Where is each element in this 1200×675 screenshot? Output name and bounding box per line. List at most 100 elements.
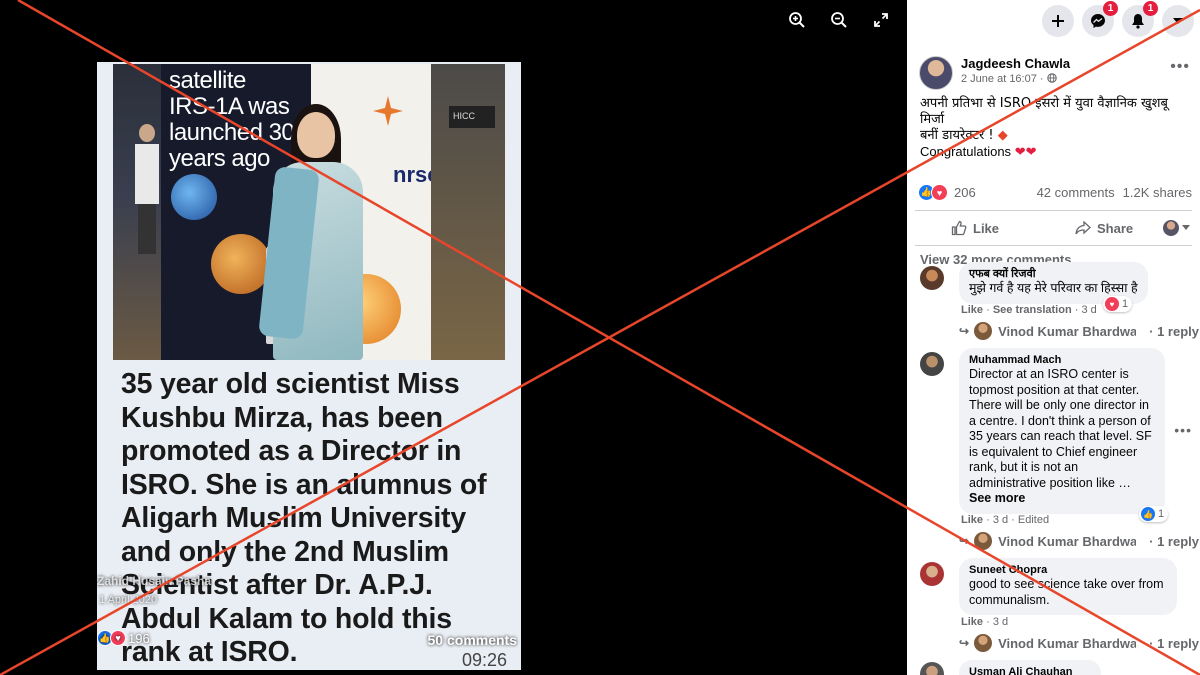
comment-like-link[interactable]: Like <box>961 514 983 526</box>
post-body: अपनी प्रतिभा से ISRO इसरो में युवा वैज्ञ… <box>907 90 1200 160</box>
commenter-name[interactable]: एफब क्यों रिजवी <box>969 268 1138 281</box>
overlay-comment-count: 50 comments <box>427 632 517 648</box>
author-avatar[interactable] <box>919 56 953 90</box>
caret-down-icon <box>1182 225 1190 230</box>
zoom-out-icon[interactable] <box>829 10 849 30</box>
comment-time[interactable]: 3 d <box>1081 304 1096 316</box>
post-header: Jagdeesh Chawla 2 June at 16:07 · ••• <box>907 42 1200 90</box>
reply-preview[interactable]: ↪ Vinod Kumar Bhardwaj · 1 reply <box>959 532 1199 550</box>
replier-name: Vinod Kumar Bhardwaj <box>998 323 1137 339</box>
commenter-avatar[interactable] <box>920 562 944 586</box>
comments-count[interactable]: 42 comments <box>1037 185 1115 200</box>
share-button[interactable]: Share <box>1075 221 1133 236</box>
love-reaction-icon: ♥ <box>1105 297 1119 311</box>
comment-time[interactable]: 3 d <box>993 616 1008 628</box>
heart-emoji-icon: ❤❤ <box>1014 144 1037 159</box>
create-button[interactable] <box>1042 5 1074 37</box>
comment-bubble: Suneet Chopra good to see science take o… <box>959 558 1177 615</box>
post-text-line: अपनी प्रतिभा से ISRO इसरो में युवा वैज्ञ… <box>920 96 1168 127</box>
post-author[interactable]: Jagdeesh Chawla <box>961 56 1170 71</box>
post-timestamp[interactable]: 2 June at 16:07 · <box>961 73 1170 85</box>
love-reaction-icon: ♥ <box>931 184 948 201</box>
hall-sign: HICC <box>449 106 495 128</box>
comment-as-selector[interactable] <box>1163 220 1190 236</box>
comment-text: मुझे गर्व है यह मेरे परिवार का हिस्सा है <box>969 281 1138 295</box>
reply-arrow-icon: ↪ <box>959 324 970 338</box>
overlay-reactions: 👍 ♥ 196 <box>97 630 150 646</box>
commenter-avatar[interactable] <box>920 662 944 675</box>
messenger-button[interactable]: 1 <box>1082 1 1118 37</box>
reaction-icons[interactable]: 👍 ♥ <box>918 184 948 201</box>
commenter-name[interactable]: Muhammad Mach <box>969 354 1155 367</box>
replier-name: Vinod Kumar Bhardwaj <box>998 533 1137 549</box>
post-panel: 1 1 Jagdeesh Chawla 2 June at 16:07 · ••… <box>907 0 1200 675</box>
share-arrow-icon <box>1075 221 1091 235</box>
post-stats: 👍 ♥ 206 42 comments 1.2K shares <box>907 184 1200 201</box>
woman-photo <box>258 104 373 360</box>
isro-logo-icon <box>373 96 403 126</box>
replier-avatar <box>974 322 993 340</box>
post-options-icon[interactable]: ••• <box>1170 58 1190 76</box>
comment-reaction-count: 1 <box>1158 508 1165 520</box>
love-reaction-icon: ♥ <box>110 630 126 646</box>
comment-text: Director at an ISRO center is topmost po… <box>969 367 1152 505</box>
comment-meta: Like · 3 d · Edited <box>961 514 1050 526</box>
post-text-line: बनीं डायरेक्टर ! ◆ <box>920 128 1008 143</box>
background-person <box>135 124 159 254</box>
fullscreen-icon[interactable] <box>871 10 891 30</box>
caret-down-icon <box>1173 18 1183 24</box>
like-button[interactable]: Like <box>951 220 999 236</box>
reply-count: · 1 reply <box>1149 323 1199 339</box>
photo-scene: satellite IRS-1A was launched 30 years a… <box>113 64 505 360</box>
reaction-count[interactable]: 206 <box>954 185 976 200</box>
comment-bubble: Usman Ali Chauhan <box>959 660 1101 675</box>
comment-options-icon[interactable]: ••• <box>1174 422 1192 438</box>
bell-icon <box>1132 14 1144 29</box>
reply-preview[interactable]: ↪ Vinod Kumar Bhardwaj · 1 reply <box>959 322 1199 340</box>
commenter-avatar[interactable] <box>920 266 944 290</box>
user-avatar <box>1163 220 1179 236</box>
comment-meta: Like · 3 d <box>961 616 1009 628</box>
see-translation-link[interactable]: See translation <box>993 304 1072 316</box>
reply-preview[interactable]: ↪ Vinod Kumar Bhardwaj · 1 reply <box>959 634 1199 652</box>
post-text-line: Congratulations ❤❤ <box>920 144 1037 159</box>
replier-avatar <box>974 634 993 652</box>
comment-reactions[interactable]: ♥ 1 <box>1103 296 1133 312</box>
red-diamond-emoji-icon: ◆ <box>997 128 1008 143</box>
comment-bubble: Muhammad Mach Director at an ISRO center… <box>959 348 1165 514</box>
replier-name: Vinod Kumar Bhardwaj <box>998 635 1137 651</box>
account-menu-button[interactable] <box>1162 5 1194 37</box>
comment-like-link[interactable]: Like <box>961 616 983 628</box>
comment-reaction-count: 1 <box>1122 298 1129 310</box>
notifications-button[interactable]: 1 <box>1122 1 1158 37</box>
see-more-link[interactable]: See more <box>969 491 1025 505</box>
reply-count: · 1 reply <box>1149 533 1199 549</box>
reply-arrow-icon: ↪ <box>959 636 970 650</box>
post-actions: Like Share <box>907 211 1200 245</box>
globe-icon <box>1046 73 1057 83</box>
overlay-poster-name: Zahid Husain Pasha <box>97 574 212 588</box>
shared-image: satellite IRS-1A was launched 30 years a… <box>97 62 521 670</box>
commenter-avatar[interactable] <box>920 352 944 376</box>
viewer-toolbar <box>787 10 891 30</box>
shares-count[interactable]: 1.2K shares <box>1123 185 1192 200</box>
commenter-name[interactable]: Usman Ali Chauhan <box>969 666 1091 675</box>
comment-like-link[interactable]: Like <box>961 304 983 316</box>
commenter-name[interactable]: Suneet Chopra <box>969 564 1167 577</box>
overlay-post-date: 1 April 2020 <box>99 594 158 606</box>
hall-background: HICC <box>431 64 505 360</box>
messenger-icon <box>1091 14 1105 28</box>
comment-meta: Like · See translation · 3 d <box>961 304 1097 316</box>
reply-arrow-icon: ↪ <box>959 534 970 548</box>
comment-text: good to see science take over from commu… <box>969 577 1164 607</box>
thumbs-up-icon <box>951 220 967 236</box>
replier-avatar <box>974 532 993 550</box>
overlay-timestamp: 09:26 <box>461 650 507 670</box>
zoom-in-icon[interactable] <box>787 10 807 30</box>
comment-time[interactable]: 3 d <box>993 514 1008 526</box>
overlay-reaction-count: 196 <box>128 630 150 646</box>
screen: satellite IRS-1A was launched 30 years a… <box>0 0 1200 675</box>
messenger-badge: 1 <box>1103 1 1118 16</box>
top-bar: 1 1 <box>907 0 1200 42</box>
comment-reactions[interactable]: 👍 1 <box>1139 506 1169 522</box>
